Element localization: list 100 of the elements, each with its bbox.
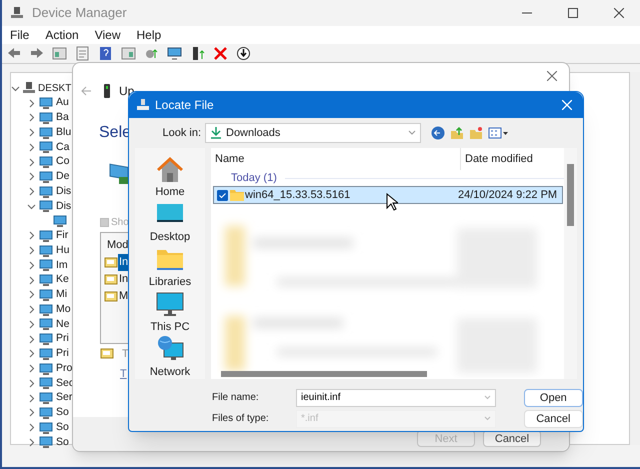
checked-checkbox-icon[interactable] — [217, 190, 228, 200]
tree-item[interactable]: So — [56, 420, 69, 436]
chevron-right-icon[interactable] — [27, 172, 36, 182]
tree-item[interactable]: Au — [56, 95, 69, 111]
chevron-right-icon[interactable] — [27, 364, 36, 374]
device-icon — [53, 214, 67, 228]
dialog-button[interactable]: Open — [524, 388, 583, 406]
chevron-right-icon[interactable] — [27, 276, 36, 285]
forward-arrow-icon[interactable] — [29, 46, 44, 61]
maximize-icon[interactable] — [568, 8, 578, 18]
panel-icon[interactable] — [121, 46, 136, 61]
chevron-down-icon — [408, 130, 416, 136]
chevron-right-icon[interactable] — [27, 231, 36, 240]
help-icon[interactable] — [98, 46, 113, 61]
column-header[interactable]: Date modified — [461, 150, 533, 168]
file-name-field[interactable]: ieuinit.inf — [296, 388, 496, 406]
folder-up-icon[interactable] — [450, 126, 464, 140]
list-item[interactable]: M — [118, 288, 130, 305]
places-item[interactable]: Home — [135, 154, 205, 199]
chevron-right-icon[interactable] — [27, 98, 36, 108]
menu-item[interactable]: Action — [45, 26, 79, 44]
tree-item[interactable]: Ke — [56, 272, 69, 288]
scrollbar-thumb[interactable] — [567, 164, 574, 226]
list-item[interactable]: In — [118, 254, 130, 271]
menu-item[interactable]: File — [10, 26, 30, 44]
link[interactable]: T — [120, 366, 127, 382]
new-folder-icon[interactable] — [469, 126, 483, 140]
chevron-right-icon[interactable] — [27, 187, 36, 196]
chevron-right-icon[interactable] — [27, 142, 36, 152]
chevron-right-icon[interactable] — [27, 438, 36, 447]
scrollbar-thumb[interactable] — [221, 371, 427, 377]
checkbox-label: Sho — [111, 216, 129, 230]
device-icon — [39, 170, 53, 184]
tree-item[interactable]: Dis — [56, 198, 72, 214]
list-item[interactable]: In — [118, 271, 130, 288]
tree-item[interactable]: Mo — [56, 302, 71, 318]
menu-item[interactable]: View — [94, 26, 120, 44]
tree-item[interactable]: Hu — [56, 242, 70, 258]
chevron-right-icon[interactable] — [27, 320, 36, 329]
delete-icon[interactable] — [213, 46, 228, 61]
cursor-icon — [386, 193, 398, 211]
folder-dropdown[interactable]: Downloads — [205, 123, 421, 143]
places-item[interactable]: Libraries — [135, 244, 205, 289]
close-icon[interactable] — [614, 8, 624, 18]
panel-icon[interactable] — [52, 46, 67, 61]
chevron-right-icon[interactable] — [27, 260, 36, 270]
tree-item[interactable]: Dis — [56, 184, 72, 200]
chevron-right-icon[interactable] — [27, 394, 36, 403]
dialog-button[interactable]: Cancel — [524, 410, 583, 428]
chevron-down-icon[interactable] — [11, 84, 20, 93]
chevron-right-icon[interactable] — [27, 349, 36, 358]
tree-item[interactable]: Ne — [56, 316, 70, 332]
chevron-right-icon[interactable] — [27, 158, 36, 167]
chevron-right-icon[interactable] — [27, 334, 36, 344]
chevron-right-icon[interactable] — [27, 290, 36, 300]
tree-item[interactable]: So — [56, 434, 69, 450]
chevron-right-icon[interactable] — [27, 128, 36, 138]
chevron-right-icon[interactable] — [27, 305, 36, 314]
close-icon[interactable] — [547, 71, 557, 81]
monitor-icon[interactable] — [167, 46, 182, 61]
places-item[interactable]: This PC — [135, 289, 205, 334]
tree-item[interactable]: Ser — [56, 390, 72, 406]
file-row[interactable]: win64_15.33.53.5161 24/10/2024 9:22 PM — [213, 186, 563, 204]
device-icon — [39, 96, 53, 110]
properties-icon[interactable] — [75, 46, 90, 61]
view-menu-icon[interactable] — [488, 126, 508, 140]
menu-item[interactable]: Help — [136, 26, 162, 44]
download-icon — [210, 127, 222, 139]
back-icon[interactable] — [431, 126, 445, 140]
driver-icon — [104, 290, 118, 302]
tree-item[interactable]: Fir — [56, 228, 68, 244]
tree-item[interactable]: Ba — [56, 110, 69, 126]
download-circle-icon[interactable] — [236, 46, 251, 61]
back-arrow-icon[interactable] — [6, 46, 21, 61]
places-item[interactable]: Desktop — [135, 199, 205, 244]
tree-item[interactable]: Pri — [56, 346, 69, 362]
tree-item[interactable]: Pro — [56, 360, 72, 376]
chevron-right-icon[interactable] — [27, 246, 36, 256]
tree-item[interactable]: Im — [56, 258, 68, 274]
device-icon — [39, 332, 53, 346]
device-icon — [39, 376, 53, 390]
group-header[interactable]: Today (1) — [231, 170, 277, 186]
column-header[interactable]: Name — [211, 148, 461, 170]
chevron-right-icon[interactable] — [27, 423, 36, 432]
chevron-right-icon[interactable] — [27, 113, 36, 122]
tree-item[interactable]: Ca — [56, 140, 70, 156]
device-arrow-icon[interactable] — [190, 46, 205, 61]
tree-item[interactable]: So — [56, 405, 69, 421]
tree-item[interactable]: Co — [56, 154, 70, 170]
chevron-right-icon[interactable] — [27, 378, 36, 388]
file-name: win64_15.33.53.5161 — [244, 188, 350, 203]
device-icon — [39, 302, 53, 317]
tree-item[interactable]: Blu — [56, 124, 72, 140]
places-item[interactable]: Network — [135, 334, 205, 379]
tree-item[interactable]: De — [56, 169, 70, 185]
tree-item[interactable]: Pri — [56, 331, 69, 347]
chevron-right-icon[interactable] — [27, 408, 36, 418]
tree-item[interactable]: DESKT — [38, 80, 72, 96]
chevron-down-icon[interactable] — [27, 202, 36, 211]
tree-item[interactable]: Mi — [56, 287, 68, 303]
